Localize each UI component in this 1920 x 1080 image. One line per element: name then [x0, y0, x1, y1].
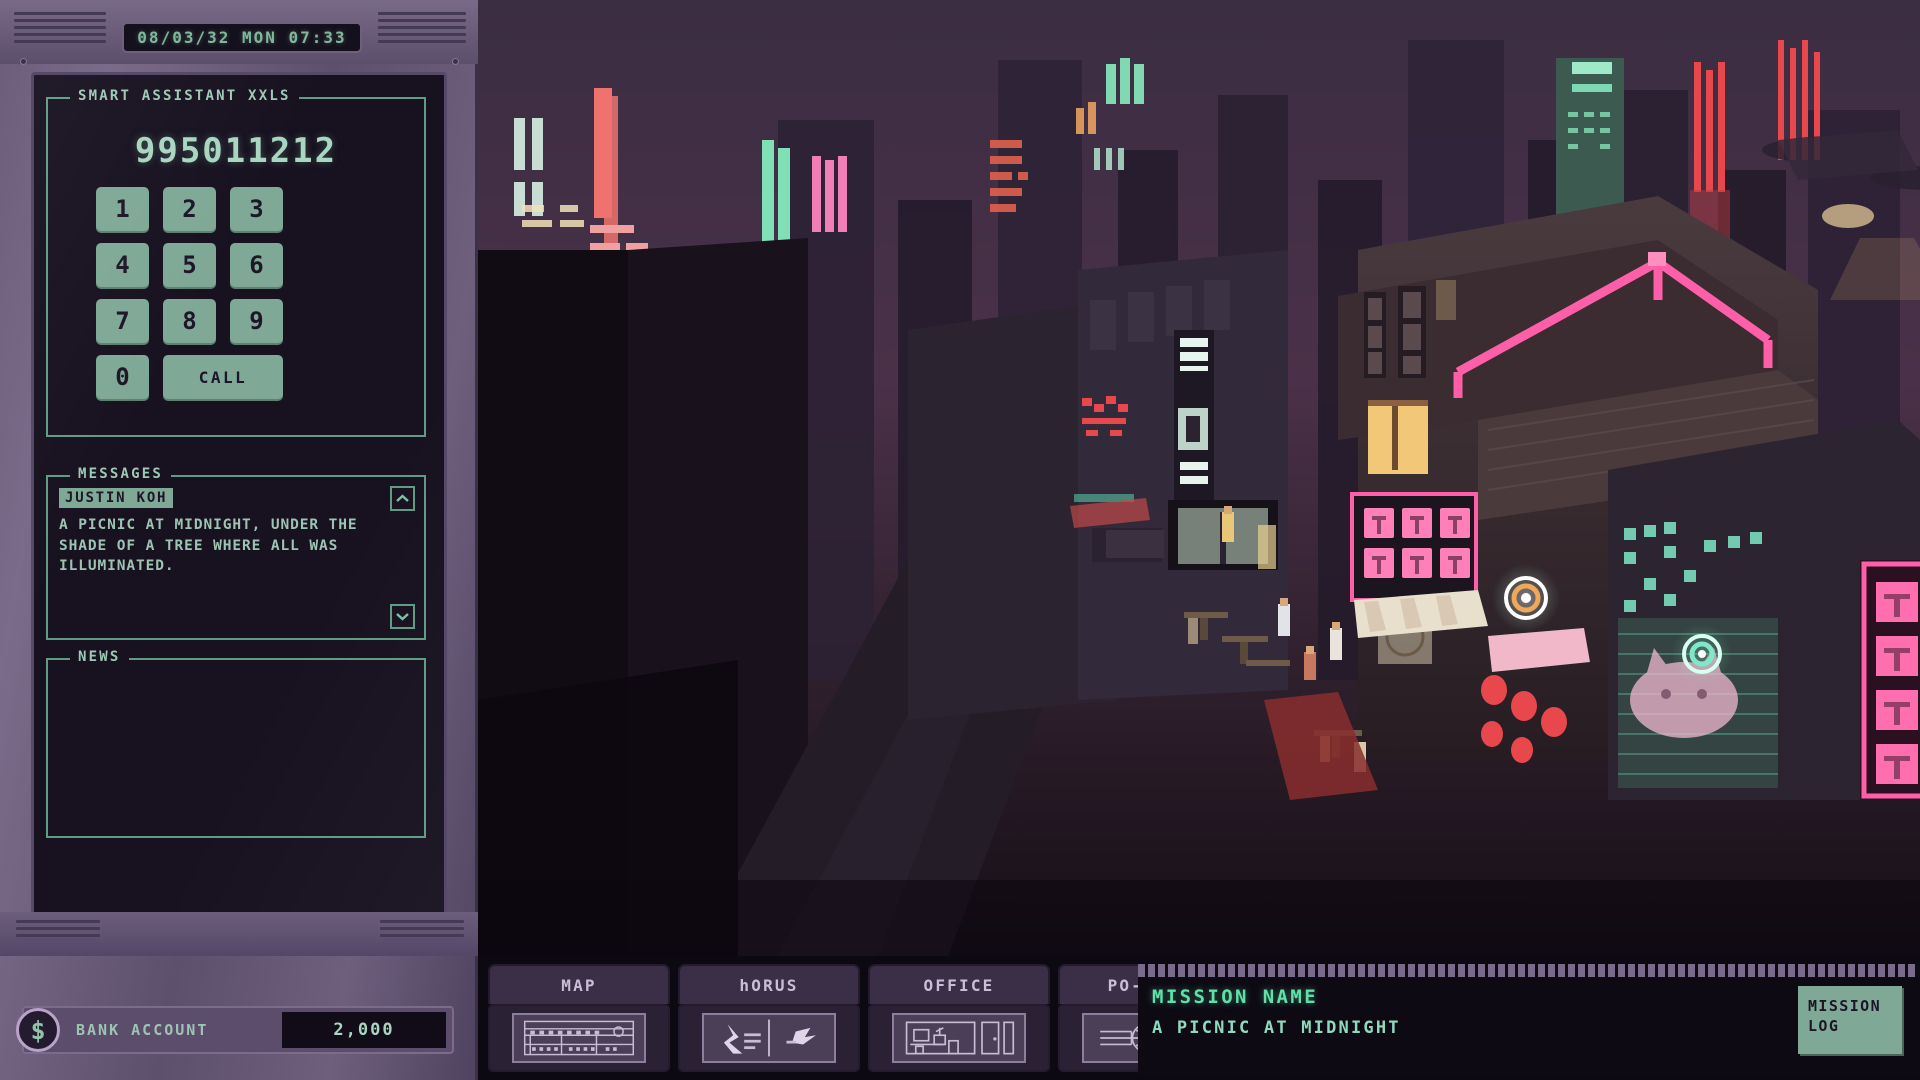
- tab-horus-body: [678, 1004, 860, 1072]
- smart-assistant-panel: SMART ASSISTANT XXLS 995011212 1 2 3 4 5…: [46, 97, 426, 437]
- mission-log-button[interactable]: MISSION LOG: [1798, 986, 1902, 1054]
- phone-bottom-bezel: [0, 912, 478, 956]
- message-sender-badge: JUSTIN KOH: [59, 488, 173, 508]
- dollar-icon: $: [16, 1008, 60, 1052]
- tab-office-label: OFFICE: [924, 976, 995, 995]
- mission-panel: MISSION NAME A PICNIC AT MIDNIGHT MISSIO…: [1138, 964, 1920, 1076]
- keypad-row-4: 0 CALL: [96, 355, 382, 399]
- office-desk-icon: [892, 1013, 1026, 1063]
- mission-name-value: A PICNIC AT MIDNIGHT: [1152, 1018, 1700, 1038]
- dialed-number-display: 995011212: [48, 131, 424, 171]
- keypad[interactable]: 1 2 3 4 5 6 7 8 9 0: [96, 187, 382, 411]
- tab-office[interactable]: OFFICE: [868, 964, 1050, 1076]
- key-6[interactable]: 6: [230, 243, 283, 287]
- vent-right: [378, 12, 466, 43]
- city-scene-viewport[interactable]: [478, 0, 1920, 956]
- mission-panel-teeth: [1138, 964, 1920, 977]
- keypad-row-2: 4 5 6: [96, 243, 382, 287]
- vent-left: [14, 12, 106, 43]
- news-panel: NEWS: [46, 658, 426, 838]
- tab-horus[interactable]: hORUS: [678, 964, 860, 1076]
- chevron-up-icon[interactable]: [390, 486, 415, 511]
- tab-office-body: [868, 1004, 1050, 1072]
- keypad-row-1: 1 2 3: [96, 187, 382, 231]
- news-legend: NEWS: [70, 649, 129, 665]
- screw-tr: [452, 58, 459, 65]
- cyberpunk-city-art: [478, 0, 1920, 956]
- key-2[interactable]: 2: [163, 187, 216, 231]
- key-1[interactable]: 1: [96, 187, 149, 231]
- key-4[interactable]: 4: [96, 243, 149, 287]
- mission-name-label: MISSION NAME: [1152, 986, 1700, 1008]
- bank-account-label: BANK ACCOUNT: [76, 1021, 208, 1039]
- chevron-down-icon[interactable]: [390, 604, 415, 629]
- key-9[interactable]: 9: [230, 299, 283, 343]
- horus-bird-icon: [702, 1013, 836, 1063]
- assistant-legend: SMART ASSISTANT XXLS: [70, 88, 299, 104]
- map-grid-icon: [512, 1013, 646, 1063]
- key-3[interactable]: 3: [230, 187, 283, 231]
- tab-horus-label: hORUS: [739, 976, 798, 995]
- tab-office-head: OFFICE: [868, 964, 1050, 1004]
- mission-info: MISSION NAME A PICNIC AT MIDNIGHT: [1152, 986, 1700, 1038]
- tab-map-label: MAP: [561, 976, 597, 995]
- messages-panel: MESSAGES JUSTIN KOH A PICNIC AT MIDNIGHT…: [46, 475, 426, 640]
- screw-tl: [20, 58, 27, 65]
- phone-device: 08/03/32 MON 07:33 SMART ASSISTANT XXLS …: [0, 0, 478, 1080]
- bank-account-value: 2,000: [282, 1012, 446, 1048]
- bank-account-bar: $ BANK ACCOUNT 2,000: [22, 1006, 454, 1054]
- mission-marker-1: [1492, 564, 1560, 632]
- message-body-text: A PICNIC AT MIDNIGHT, UNDER THE SHADE OF…: [59, 515, 359, 577]
- tab-map-head: MAP: [488, 964, 670, 1004]
- tab-horus-head: hORUS: [678, 964, 860, 1004]
- call-button[interactable]: CALL: [163, 355, 283, 399]
- vent-bottom-right: [380, 920, 464, 937]
- game-screen: 08/03/32 MON 07:33 SMART ASSISTANT XXLS …: [0, 0, 1920, 1080]
- tab-map-body: [488, 1004, 670, 1072]
- key-5[interactable]: 5: [163, 243, 216, 287]
- phone-screen[interactable]: SMART ASSISTANT XXLS 995011212 1 2 3 4 5…: [31, 72, 447, 956]
- keypad-row-3: 7 8 9: [96, 299, 382, 343]
- vent-bottom-left: [16, 920, 100, 937]
- clock-display: 08/03/32 MON 07:33: [122, 22, 362, 53]
- bottom-toolbar: MAP: [478, 956, 1920, 1080]
- mission-marker-2: [1672, 624, 1732, 684]
- messages-legend: MESSAGES: [70, 466, 171, 482]
- tab-map[interactable]: MAP: [488, 964, 670, 1076]
- key-0[interactable]: 0: [96, 355, 149, 399]
- key-7[interactable]: 7: [96, 299, 149, 343]
- key-8[interactable]: 8: [163, 299, 216, 343]
- clock-text: 08/03/32 MON 07:33: [137, 28, 346, 47]
